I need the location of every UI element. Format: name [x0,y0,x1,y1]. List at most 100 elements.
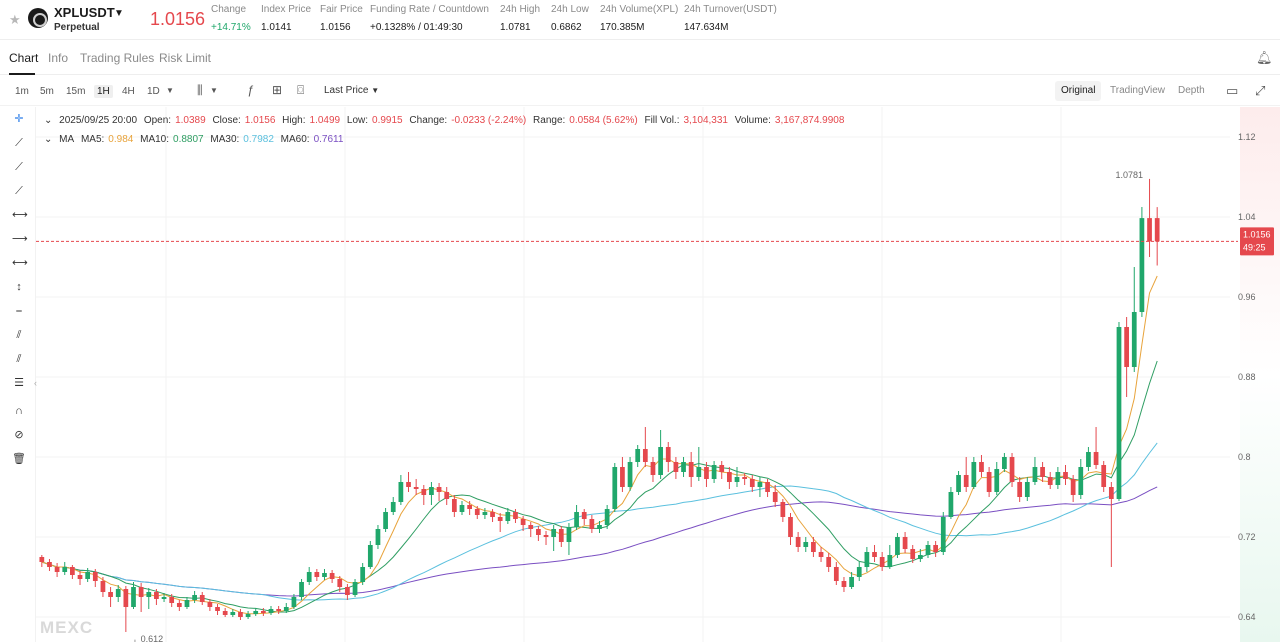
candle-body [910,549,916,559]
y-tick-label: 0.64 [1238,612,1256,622]
candle-body [841,581,847,587]
indicators-fx-icon[interactable]: ƒ [247,83,254,97]
candle-body [1086,452,1091,467]
bell-icon[interactable]: 🔔︎ [1256,50,1273,66]
low-marker-label: ⌞ 0.612 [134,634,163,642]
stat-value: 0.6862 [551,22,582,33]
candle-body [1147,218,1152,242]
view-depth[interactable]: Depth [1172,81,1211,101]
candle-body [413,487,419,489]
stat-label: Index Price [261,4,312,15]
stat-label: Fair Price [320,4,363,15]
price-line-icon[interactable]: ⎯ [12,304,26,318]
candle-body [62,567,68,572]
stat-24h-high: 24h High 1.0781 [500,4,540,33]
crosshair-icon[interactable]: ✛ [12,112,26,126]
candle-body [169,597,175,603]
candle-body [1070,479,1076,495]
timeframe-5m[interactable]: 5m [37,85,57,98]
legend-volume: 3,167,874.9908 [774,115,845,126]
extended-line-icon[interactable]: ⟋ [12,184,26,198]
candle-body [681,462,686,472]
candle-body [268,609,274,613]
candle-body [383,512,388,529]
candle-body [887,555,893,567]
candle-body [833,567,839,581]
price-type-select[interactable]: Last Price ▼ [324,85,379,96]
trend-line-icon[interactable]: ⟋ [12,136,26,150]
ma-collapse-icon[interactable]: ⌄ [44,134,52,145]
candle-body [77,575,83,579]
tab-info[interactable]: Info [48,51,68,65]
ma60-label: MA60: [280,134,310,145]
stat-label: 24h Volume(XPL) [600,4,679,15]
timeframe-1m[interactable]: 1m [12,85,32,98]
horizontal-ray-icon[interactable]: ⟶ [12,232,28,246]
timeframe-4h[interactable]: 4H [119,85,138,98]
timeframe-dropdown-icon[interactable]: ▼ [166,86,174,95]
magnet-icon[interactable]: ∩ [12,404,26,418]
candle-type-icon[interactable]: ⫼ [197,83,203,98]
tab-risk-limit[interactable]: Risk Limit [159,51,211,65]
symbol-name[interactable]: XPLUSDT [54,5,115,20]
candle-body [429,487,434,495]
stat-label: 24h Turnover(USDT) [684,4,777,15]
stat-label: 24h Low [551,4,589,15]
candle-body [1032,467,1038,482]
ma60-value: 0.7611 [313,134,344,145]
candle-body [642,449,648,462]
candle-body [719,465,725,472]
legend-collapse-icon[interactable]: ⌄ [44,115,52,126]
view-tradingview[interactable]: TradingView [1104,81,1171,101]
delete-icon[interactable]: 🗑︎ [12,452,26,466]
camera-icon[interactable]: ⌼ [297,83,304,98]
panel-layout-icon[interactable]: ▭ [1226,83,1238,99]
candle-type-dropdown-icon[interactable]: ▼ [210,86,218,95]
candle-body [872,552,877,557]
layout-grid-icon[interactable]: ⊞ [272,83,282,97]
legend-high-label: High: [282,115,306,126]
legend-fillvol-label: Fill Vol.: [644,115,680,126]
ohlc-legend: ⌄ 2025/09/25 20:00 Open: 1.0389 Close: 1.0… [44,115,848,126]
candle-body [375,529,381,545]
candle-body [253,611,259,614]
price-channel-icon[interactable]: ⫽ [12,352,26,366]
parallel-channel-icon[interactable]: ⫽ [12,328,26,342]
timeframe-15m[interactable]: 15m [63,85,88,98]
timeframe-1d[interactable]: 1D [144,85,163,98]
candle-body [230,612,236,615]
candle-body [421,489,427,495]
fibonacci-icon[interactable]: ☰ [12,376,26,390]
candle-body [306,572,312,582]
view-original[interactable]: Original [1055,81,1102,101]
candle-body [536,529,541,535]
tab-trading-rules[interactable]: Trading Rules [80,51,154,65]
candlestick-chart[interactable]: 1.12 1.04 0.96 0.88 0.8 0.72 0.64 1.0156 49:25 1.… [36,107,1280,642]
candle-body [1108,487,1114,499]
horizontal-segment-icon[interactable]: ⟷ [12,256,28,270]
fullscreen-icon[interactable]: ⤢ [1255,83,1265,99]
candle-body [765,482,770,492]
candle-body [925,545,931,555]
vertical-line-icon[interactable]: ↕ [12,280,26,294]
timeframe-1h[interactable]: 1H [94,85,113,98]
symbol-dropdown-icon[interactable]: ▼ [114,8,124,19]
candle-body [322,573,327,577]
tab-chart[interactable]: Chart [9,51,38,65]
legend-open-label: Open: [143,115,172,126]
candle-body [780,502,786,517]
tab-bar: Chart Info Trading Rules Risk Limit 🔔︎ [0,41,1280,75]
ray-line-icon[interactable]: ⟋ [12,160,26,174]
candle-body [497,517,503,521]
candle-body [566,527,572,542]
candle-body [276,609,282,611]
candle-body [1047,477,1053,485]
horizontal-line-icon[interactable]: ⟷ [12,208,28,222]
countdown-label: 49:25 [1243,242,1266,252]
candle-body [1040,467,1045,477]
favorite-star-icon[interactable]: ★ [9,12,21,28]
candle-body [589,519,595,529]
hide-drawings-icon[interactable]: ⊘ [12,428,26,442]
candle-body [551,529,557,537]
ma5-value: 0.984 [108,134,134,145]
